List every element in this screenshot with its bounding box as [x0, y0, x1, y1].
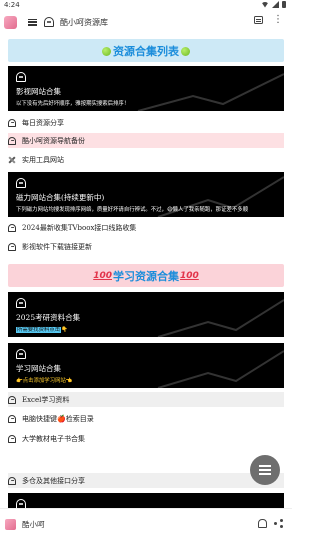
ghost-icon	[8, 434, 16, 443]
ghost-icon	[16, 178, 26, 188]
list-item-label: 2024最新收集TVboox接口线路收集	[22, 223, 137, 232]
banner-title: 学习网站合集	[16, 364, 61, 373]
ghost-icon	[8, 395, 16, 404]
list-item[interactable]: 电脑快捷键🍎检索目录	[8, 411, 284, 426]
banner-magnet-sites[interactable]: 磁力网站合集(持续更新中) 下列磁力网站均搜发现排序网络，质量好坏请自行辨试。不…	[8, 172, 284, 217]
banner-tag-text: 所需要找资料点击	[16, 327, 62, 333]
hundred-icon: 100	[180, 270, 199, 281]
list-item-label: 酷小呵资源导航备份	[22, 136, 85, 145]
list-item-label: 多仓及其他接口分享	[22, 476, 85, 485]
banner-tag: 👉点击添加学习网站👈	[16, 376, 73, 384]
ghost-icon	[16, 72, 26, 82]
section-title-study: 100 学习资源合集 100	[8, 264, 284, 287]
banner-subtitle: 下列磁力网站均搜发现排序网络，质量好坏请自行辨试。不过，😄懒人了我亲随跑，那证差…	[16, 207, 249, 213]
ghost-icon	[8, 136, 16, 145]
main-content[interactable]: 资源合集列表 影视网站合集 以下没有先后好坏顺序，雅按期实搜索后排序！ 每日资源…	[0, 33, 292, 508]
section-title-resources: 资源合集列表	[8, 39, 284, 62]
ghost-icon	[8, 242, 16, 251]
banner-title: 影视网站合集	[16, 87, 61, 96]
list-item[interactable]: 每日资源分享	[8, 115, 284, 130]
status-right	[261, 1, 286, 8]
site-logo-icon[interactable]	[5, 518, 16, 530]
ghost-icon	[8, 223, 16, 232]
list-item[interactable]: 大学教材电子书合集	[8, 431, 284, 446]
banner-title: 2025考研资料合集	[16, 313, 81, 322]
banner-tag-emoji: 👉	[16, 378, 23, 384]
banner-subtitle: 以下没有先后好坏顺序，雅按期实搜索后排序！	[16, 101, 130, 107]
status-bar: 4:24	[0, 0, 292, 11]
hundred-icon: 100	[93, 270, 112, 281]
apple-icon	[181, 47, 190, 56]
app-header: 酷小呵资源库 ⋮	[0, 11, 292, 33]
list-item[interactable]: 酷小呵资源导航备份	[8, 133, 284, 148]
list-item[interactable]: 影视软件下载链接更新	[8, 239, 284, 254]
banner-exam-materials[interactable]: 2025考研资料合集 所需要找资料点击👇	[8, 292, 284, 337]
tools-icon	[8, 156, 16, 164]
share-icon[interactable]	[274, 519, 283, 528]
signal-icon	[272, 1, 279, 8]
site-logo-icon[interactable]	[4, 15, 17, 29]
banner-tag-emoji: 👇	[61, 327, 68, 333]
battery-icon	[282, 1, 286, 8]
list-item-label: 实用工具网站	[22, 155, 64, 164]
list-item[interactable]: 实用工具网站	[8, 152, 284, 167]
list-item-label: Excel学习资料	[22, 395, 70, 404]
menu-icon[interactable]	[28, 18, 37, 26]
bell-icon[interactable]	[258, 519, 267, 528]
ghost-icon	[16, 349, 26, 359]
ghost-icon	[8, 476, 16, 485]
banner-video-sites[interactable]: 影视网站合集 以下没有先后好坏顺序，雅按期实搜索后排序！	[8, 66, 284, 111]
page-title: 酷小呵资源库	[60, 17, 108, 27]
header-actions: ⋮	[254, 15, 283, 25]
ghost-icon	[8, 118, 16, 127]
list-item[interactable]: 多仓及其他接口分享	[8, 473, 284, 488]
section-title-text: 学习资源合集	[113, 269, 179, 283]
wifi-icon	[261, 1, 269, 8]
section-title-text: 资源合集列表	[113, 44, 179, 58]
more-vertical-icon[interactable]: ⋮	[273, 15, 283, 25]
list-item-label: 每日资源分享	[22, 118, 64, 127]
banner-partial[interactable]	[8, 493, 284, 508]
banner-study-sites[interactable]: 学习网站合集 👉点击添加学习网站👈	[8, 343, 284, 388]
banner-title: 磁力网站合集(持续更新中)	[16, 193, 105, 202]
list-item-label: 大学教材电子书合集	[22, 434, 85, 443]
list-item-label: 电脑快捷键🍎检索目录	[22, 414, 94, 423]
bottom-bar: 酷小呵	[0, 508, 292, 539]
floating-menu-button[interactable]	[250, 455, 280, 485]
site-name[interactable]: 酷小呵	[22, 519, 45, 530]
list-item-label: 影视软件下载链接更新	[22, 242, 92, 251]
banner-tag: 所需要找资料点击👇	[16, 325, 68, 333]
comment-icon[interactable]	[254, 16, 263, 24]
list-item[interactable]: 2024最新收集TVboox接口线路收集	[8, 220, 284, 235]
status-time: 4:24	[4, 1, 20, 9]
ghost-icon	[16, 298, 26, 308]
ghost-icon	[8, 414, 16, 423]
ghost-icon	[44, 17, 54, 27]
banner-tag-emoji: 👈	[65, 378, 73, 384]
list-item[interactable]: Excel学习资料	[8, 392, 284, 407]
apple-icon	[102, 47, 111, 56]
banner-tag-text: 点击添加学习网站	[22, 378, 66, 384]
ghost-icon	[16, 499, 26, 508]
